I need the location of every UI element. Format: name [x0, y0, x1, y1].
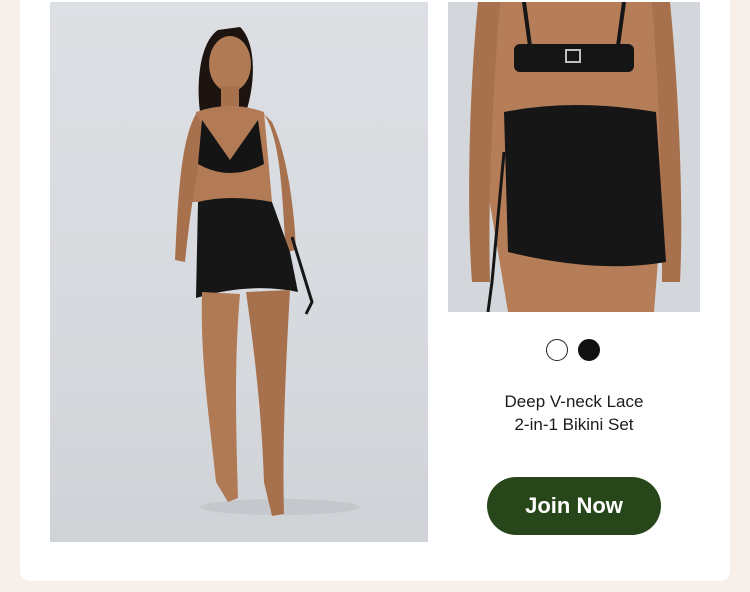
color-swatch-black[interactable] [578, 339, 600, 361]
color-swatch-white[interactable] [546, 339, 568, 361]
product-photo-back[interactable] [448, 2, 700, 312]
product-title-line1: Deep V-neck Lace [504, 392, 644, 411]
product-title: Deep V-neck Lace 2-in-1 Bikini Set [448, 390, 700, 436]
product-title-line2: 2-in-1 Bikini Set [514, 415, 634, 434]
product-photo-front[interactable] [50, 2, 428, 542]
color-swatches [546, 339, 600, 361]
join-now-button[interactable]: Join Now [487, 477, 661, 535]
